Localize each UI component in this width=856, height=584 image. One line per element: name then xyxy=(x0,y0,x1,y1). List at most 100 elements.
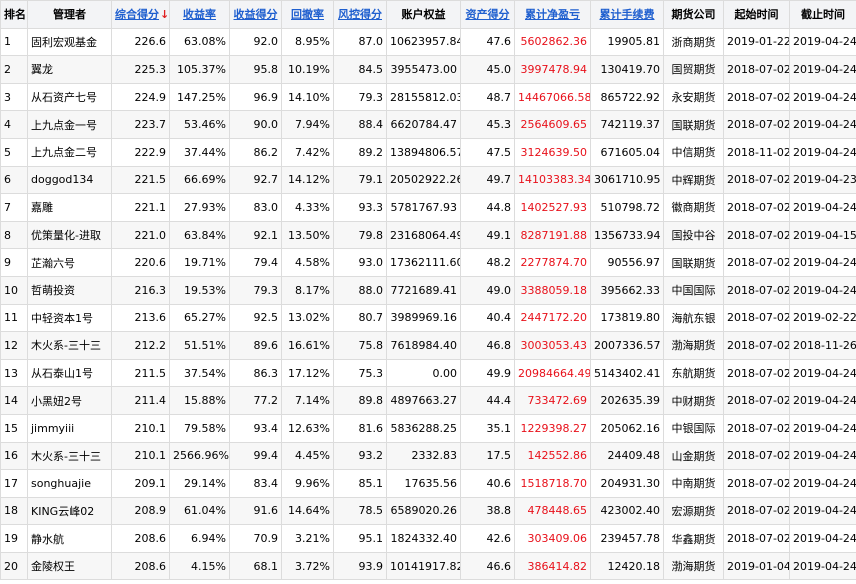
cell-end: 2019-04-24 xyxy=(789,110,856,139)
cell-return-score: 99.4 xyxy=(229,441,282,471)
column-header-asset-score[interactable]: 资产得分 xyxy=(460,0,515,29)
column-header-label[interactable]: 收益率 xyxy=(183,8,216,21)
cell-end: 2019-04-24 xyxy=(789,82,856,112)
cell-start: 2018-07-02 xyxy=(723,386,790,415)
cell-return-score: 77.2 xyxy=(229,386,282,415)
cell-broker: 国联期货 xyxy=(663,110,724,139)
cell-manager[interactable]: 芷瀚六号 xyxy=(27,248,112,277)
cell-equity: 5781767.93 xyxy=(386,193,461,222)
cell-end: 2019-04-24 xyxy=(789,386,856,415)
cell-net-profit: 1402527.93 xyxy=(514,193,591,222)
cell-manager[interactable]: 上九点金二号 xyxy=(27,137,112,167)
cell-rank: 14 xyxy=(0,386,28,415)
column-header-label[interactable]: 累计手续费 xyxy=(600,8,655,21)
cell-manager[interactable]: 从石泰山1号 xyxy=(27,358,112,388)
cell-fees: 395662.33 xyxy=(590,275,664,305)
cell-rank: 13 xyxy=(0,358,28,388)
cell-fees: 204931.30 xyxy=(590,469,664,498)
cell-manager[interactable]: 上九点金一号 xyxy=(27,110,112,139)
cell-drawdown: 3.21% xyxy=(281,524,334,553)
cell-risk-score: 85.1 xyxy=(333,469,387,498)
cell-manager[interactable]: 小黑妞2号 xyxy=(27,386,112,415)
cell-rank: 15 xyxy=(0,413,28,443)
cell-manager[interactable]: 从石资产七号 xyxy=(27,82,112,112)
cell-manager[interactable]: 嘉雕 xyxy=(27,193,112,222)
cell-net-profit: 1229398.27 xyxy=(514,413,591,443)
cell-return: 4.15% xyxy=(169,551,230,581)
cell-score: 224.9 xyxy=(111,82,170,112)
cell-score: 216.3 xyxy=(111,275,170,305)
column-header-fees[interactable]: 累计手续费 xyxy=(590,0,664,29)
cell-return-score: 86.3 xyxy=(229,358,282,388)
column-header-return-score[interactable]: 收益得分 xyxy=(229,0,282,29)
cell-risk-score: 75.8 xyxy=(333,331,387,360)
cell-rank: 5 xyxy=(0,137,28,167)
column-header-label[interactable]: 风控得分 xyxy=(338,8,382,21)
cell-manager[interactable]: 金陵权王 xyxy=(27,551,112,581)
cell-end: 2019-04-24 xyxy=(789,441,856,471)
cell-equity: 0.00 xyxy=(386,358,461,388)
cell-asset-score: 49.7 xyxy=(460,165,515,195)
cell-score: 210.1 xyxy=(111,413,170,443)
cell-manager[interactable]: songhuajie xyxy=(27,469,112,498)
cell-drawdown: 13.02% xyxy=(281,303,334,333)
cell-manager[interactable]: 木火系-三十三 xyxy=(27,441,112,471)
cell-equity: 10141917.82 xyxy=(386,551,461,581)
cell-end: 2018-11-26 xyxy=(789,331,856,360)
column-header-return[interactable]: 收益率 xyxy=(169,0,230,29)
cell-fees: 423002.40 xyxy=(590,496,664,526)
cell-manager[interactable]: 静水航 xyxy=(27,524,112,553)
cell-net-profit: 3997478.94 xyxy=(514,55,591,84)
cell-broker: 中南期货 xyxy=(663,469,724,498)
cell-start: 2018-07-02 xyxy=(723,55,790,84)
cell-drawdown: 14.10% xyxy=(281,82,334,112)
cell-manager[interactable]: KING云峰02 xyxy=(27,496,112,526)
cell-drawdown: 7.14% xyxy=(281,386,334,415)
table-row: 19 静水航 208.6 6.94% 70.9 3.21% 95.1 1824332.40 42… xyxy=(0,524,856,553)
cell-manager[interactable]: 翼龙 xyxy=(27,55,112,84)
cell-start: 2018-11-02 xyxy=(723,137,790,167)
column-header-risk-score[interactable]: 风控得分 xyxy=(333,0,387,29)
column-header-score[interactable]: 综合得分↓ xyxy=(111,0,170,29)
cell-manager[interactable]: 中轻资本1号 xyxy=(27,303,112,333)
cell-broker: 东航期货 xyxy=(663,358,724,388)
cell-equity: 6589020.26 xyxy=(386,496,461,526)
cell-score: 223.7 xyxy=(111,110,170,139)
cell-equity: 7618984.40 xyxy=(386,331,461,360)
cell-rank: 9 xyxy=(0,248,28,277)
cell-score: 208.6 xyxy=(111,551,170,581)
cell-equity: 1824332.40 xyxy=(386,524,461,553)
cell-broker: 渤海期货 xyxy=(663,551,724,581)
cell-fees: 24409.48 xyxy=(590,441,664,471)
column-header-net-profit[interactable]: 累计净盈亏 xyxy=(514,0,591,29)
cell-risk-score: 93.9 xyxy=(333,551,387,581)
cell-rank: 1 xyxy=(0,27,28,57)
column-header-label[interactable]: 回撤率 xyxy=(291,8,324,21)
column-header-drawdown[interactable]: 回撤率 xyxy=(281,0,334,29)
sort-desc-icon[interactable]: ↓ xyxy=(160,8,169,21)
column-header-label[interactable]: 综合得分 xyxy=(115,8,159,21)
cell-score: 208.6 xyxy=(111,524,170,553)
cell-fees: 2007336.57 xyxy=(590,331,664,360)
cell-manager[interactable]: jimmyiii xyxy=(27,413,112,443)
cell-return-score: 68.1 xyxy=(229,551,282,581)
cell-manager[interactable]: 固利宏观基金 xyxy=(27,27,112,57)
cell-asset-score: 49.0 xyxy=(460,275,515,305)
cell-asset-score: 49.9 xyxy=(460,358,515,388)
cell-risk-score: 93.3 xyxy=(333,193,387,222)
cell-asset-score: 40.4 xyxy=(460,303,515,333)
cell-net-profit: 2277874.70 xyxy=(514,248,591,277)
cell-drawdown: 17.12% xyxy=(281,358,334,388)
cell-broker: 徽商期货 xyxy=(663,193,724,222)
cell-return: 19.71% xyxy=(169,248,230,277)
cell-manager[interactable]: doggod134 xyxy=(27,165,112,195)
column-header-label[interactable]: 资产得分 xyxy=(466,8,510,21)
cell-broker: 中国国际 xyxy=(663,275,724,305)
cell-rank: 20 xyxy=(0,551,28,581)
cell-end: 2019-02-22 xyxy=(789,303,856,333)
column-header-label[interactable]: 累计净盈亏 xyxy=(525,8,580,21)
cell-manager[interactable]: 优策量化-进取 xyxy=(27,220,112,250)
column-header-label[interactable]: 收益得分 xyxy=(234,8,278,21)
cell-manager[interactable]: 哲萌投资 xyxy=(27,275,112,305)
cell-manager[interactable]: 木火系-三十三 xyxy=(27,331,112,360)
